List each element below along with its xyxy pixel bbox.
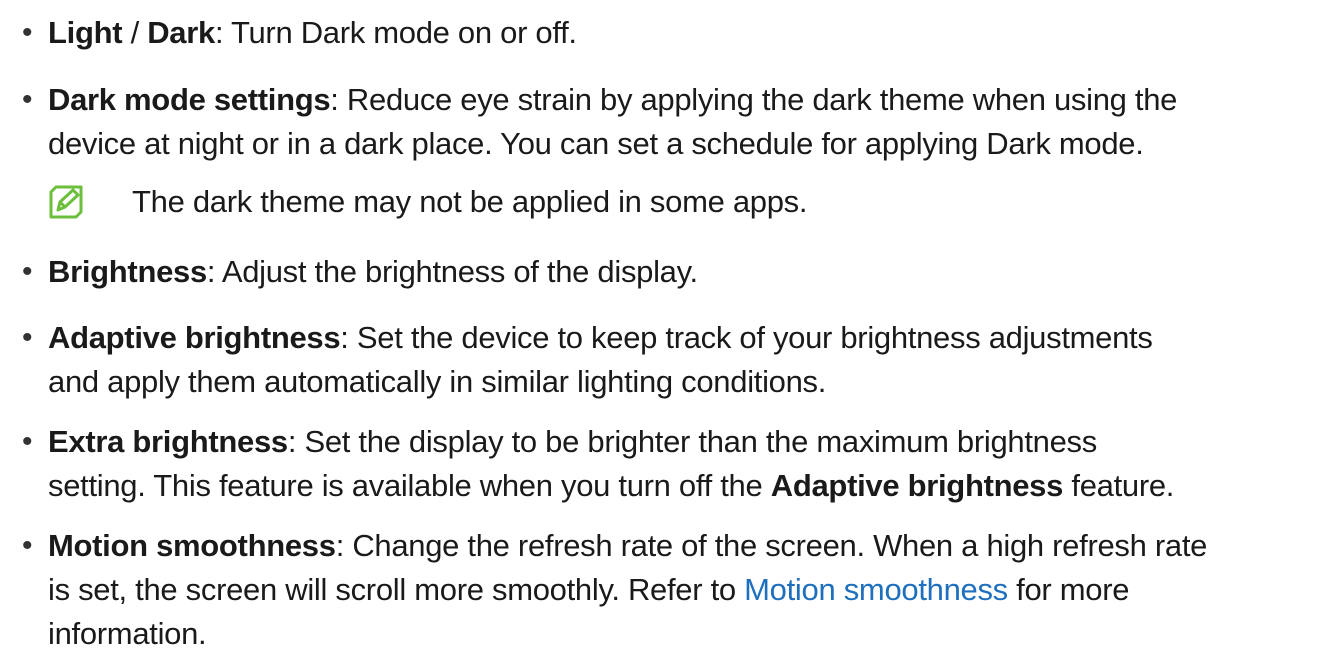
- item-term: Adaptive brightness: [48, 320, 341, 355]
- item-line: Motion smoothness: Change the refresh ra…: [48, 524, 1338, 568]
- note-callout: The dark theme may not be applied in som…: [46, 178, 1336, 226]
- item-line: Dark mode settings: Reduce eye strain by…: [48, 78, 1338, 122]
- bullet-icon: •: [22, 529, 33, 562]
- bullet-icon: •: [22, 321, 33, 354]
- item-line: Extra brightness: Set the display to be …: [48, 420, 1338, 464]
- manual-page: • Light / Dark: Turn Dark mode on or off…: [0, 0, 1344, 656]
- item-line: is set, the screen will scroll more smoo…: [48, 568, 1338, 612]
- item-term: Extra brightness: [48, 424, 288, 459]
- item-description: : Set the device to keep track of your b…: [340, 320, 1153, 355]
- item-line: and apply them automatically in similar …: [48, 364, 827, 399]
- item-term: Dark mode settings: [48, 82, 331, 117]
- motion-smoothness-link[interactable]: Motion smoothness: [744, 572, 1008, 607]
- item-term: Adaptive brightness: [770, 468, 1064, 503]
- item-line: information.: [48, 616, 207, 651]
- item-term: Motion smoothness: [48, 528, 336, 563]
- item-text: setting. This feature is available when …: [48, 468, 771, 503]
- item-text: is set, the screen will scroll more smoo…: [48, 572, 745, 607]
- item-text: for more: [1007, 572, 1130, 607]
- item-description: : Reduce eye strain by applying the dark…: [330, 82, 1178, 117]
- item-term: Dark: [147, 15, 215, 50]
- note-pen-icon: [46, 182, 86, 222]
- item-separator: /: [122, 15, 148, 50]
- note-text: The dark theme may not be applied in som…: [132, 184, 808, 219]
- item-description: : Adjust the brightness of the display.: [206, 254, 698, 289]
- item-description: : Turn Dark mode on or off.: [214, 15, 577, 50]
- item-term: Light: [48, 15, 123, 50]
- item-line: Light / Dark: Turn Dark mode on or off.: [48, 11, 1338, 55]
- item-term: Brightness: [48, 254, 207, 289]
- item-line: Brightness: Adjust the brightness of the…: [48, 250, 1338, 294]
- bullet-icon: •: [22, 16, 33, 49]
- item-text: feature.: [1063, 468, 1175, 503]
- item-line: device at night or in a dark place. You …: [48, 126, 1144, 161]
- bullet-icon: •: [22, 255, 33, 288]
- bullet-icon: •: [22, 425, 33, 458]
- item-description: : Set the display to be brighter than th…: [287, 424, 1097, 459]
- item-description: : Change the refresh rate of the screen.…: [335, 528, 1208, 563]
- item-line: Adaptive brightness: Set the device to k…: [48, 316, 1338, 360]
- item-line: setting. This feature is available when …: [48, 464, 1338, 508]
- bullet-icon: •: [22, 83, 33, 116]
